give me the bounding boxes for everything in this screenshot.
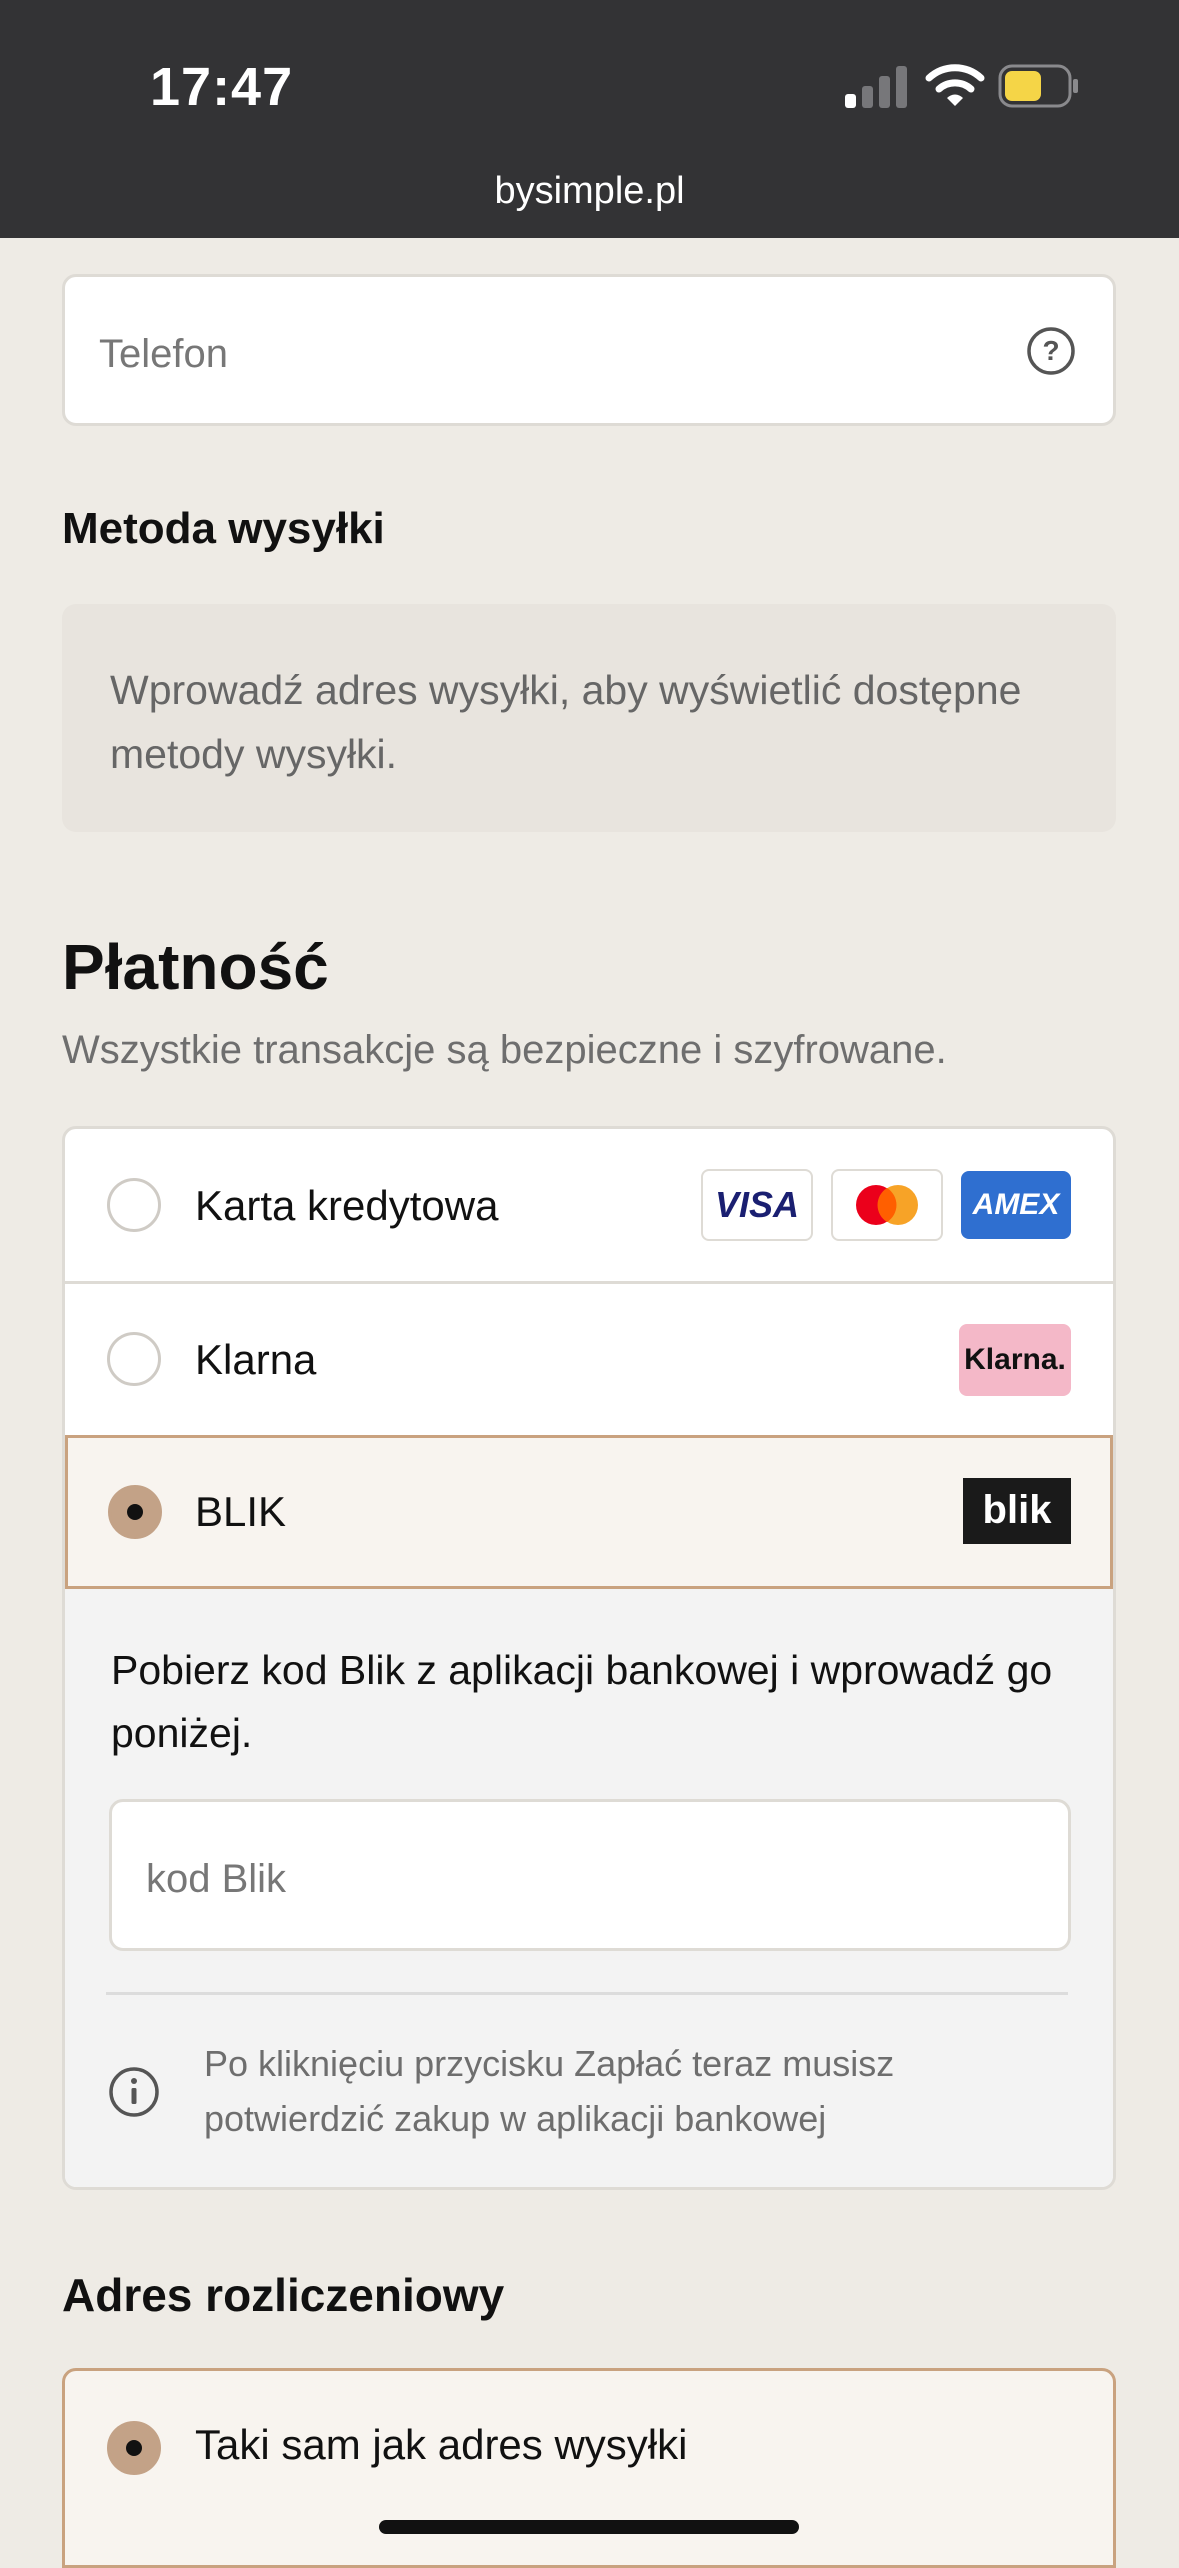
- payment-option-label: Karta kredytowa: [195, 1182, 499, 1229]
- billing-heading: Adres rozliczeniowy: [62, 2269, 505, 2321]
- wifi-icon: [925, 64, 985, 106]
- shipping-heading: Metoda wysyłki: [62, 504, 385, 553]
- blik-logo: blik: [963, 1478, 1071, 1544]
- mastercard-logo: [831, 1169, 943, 1241]
- status-time: 17:47: [150, 57, 294, 117]
- amex-logo: AMEX: [961, 1171, 1071, 1239]
- payment-option-label: Klarna: [195, 1336, 317, 1383]
- payment-subtitle: Wszystkie transakcje są bezpieczne i szy…: [62, 1028, 947, 1072]
- phone-field[interactable]: [62, 274, 1116, 426]
- payment-option-label: BLIK: [195, 1488, 287, 1535]
- address-bar-url[interactable]: bysimple.pl: [0, 170, 1179, 213]
- payment-option-credit-card[interactable]: Karta kredytowa VISA AMEX: [65, 1129, 1113, 1281]
- blik-code-field[interactable]: [109, 1799, 1071, 1951]
- visa-logo: VISA: [701, 1169, 813, 1241]
- payment-option-klarna[interactable]: Klarna Klarna.: [65, 1284, 1113, 1436]
- phone-input[interactable]: [97, 323, 1001, 385]
- cellular-signal-icon: [845, 66, 907, 108]
- blik-instructions: Pobierz kod Blik z aplikacji bankowej i …: [111, 1647, 1053, 1756]
- svg-text:?: ?: [1042, 335, 1059, 366]
- question-help-icon[interactable]: ?: [1026, 326, 1076, 376]
- info-icon: [109, 2067, 159, 2117]
- billing-option-label: Taki sam jak adres wysyłki: [195, 2421, 688, 2468]
- radio-klarna[interactable]: [107, 1332, 161, 1386]
- radio-credit-card[interactable]: [107, 1178, 161, 1232]
- blik-confirmation-note: Po kliknięciu przycisku Zapłać teraz mus…: [204, 2043, 895, 2139]
- payment-option-blik[interactable]: BLIK blik: [65, 1435, 1113, 1589]
- shipping-info-box: Wprowadź adres wysyłki, aby wyświetlić d…: [62, 604, 1116, 832]
- blik-divider: [106, 1992, 1068, 1995]
- home-indicator: [379, 2520, 799, 2534]
- klarna-logo: Klarna.: [959, 1324, 1071, 1396]
- radio-same-as-shipping-selected[interactable]: [107, 2421, 161, 2475]
- payment-heading: Płatność: [62, 931, 329, 1003]
- billing-option-same-as-shipping[interactable]: Taki sam jak adres wysyłki: [62, 2368, 1116, 2568]
- blik-code-input[interactable]: [144, 1848, 1028, 1910]
- radio-blik-selected[interactable]: [108, 1485, 162, 1539]
- payment-methods-list: Karta kredytowa VISA AMEX Klarna Klarna.…: [62, 1126, 1116, 2190]
- battery-icon: [998, 64, 1078, 108]
